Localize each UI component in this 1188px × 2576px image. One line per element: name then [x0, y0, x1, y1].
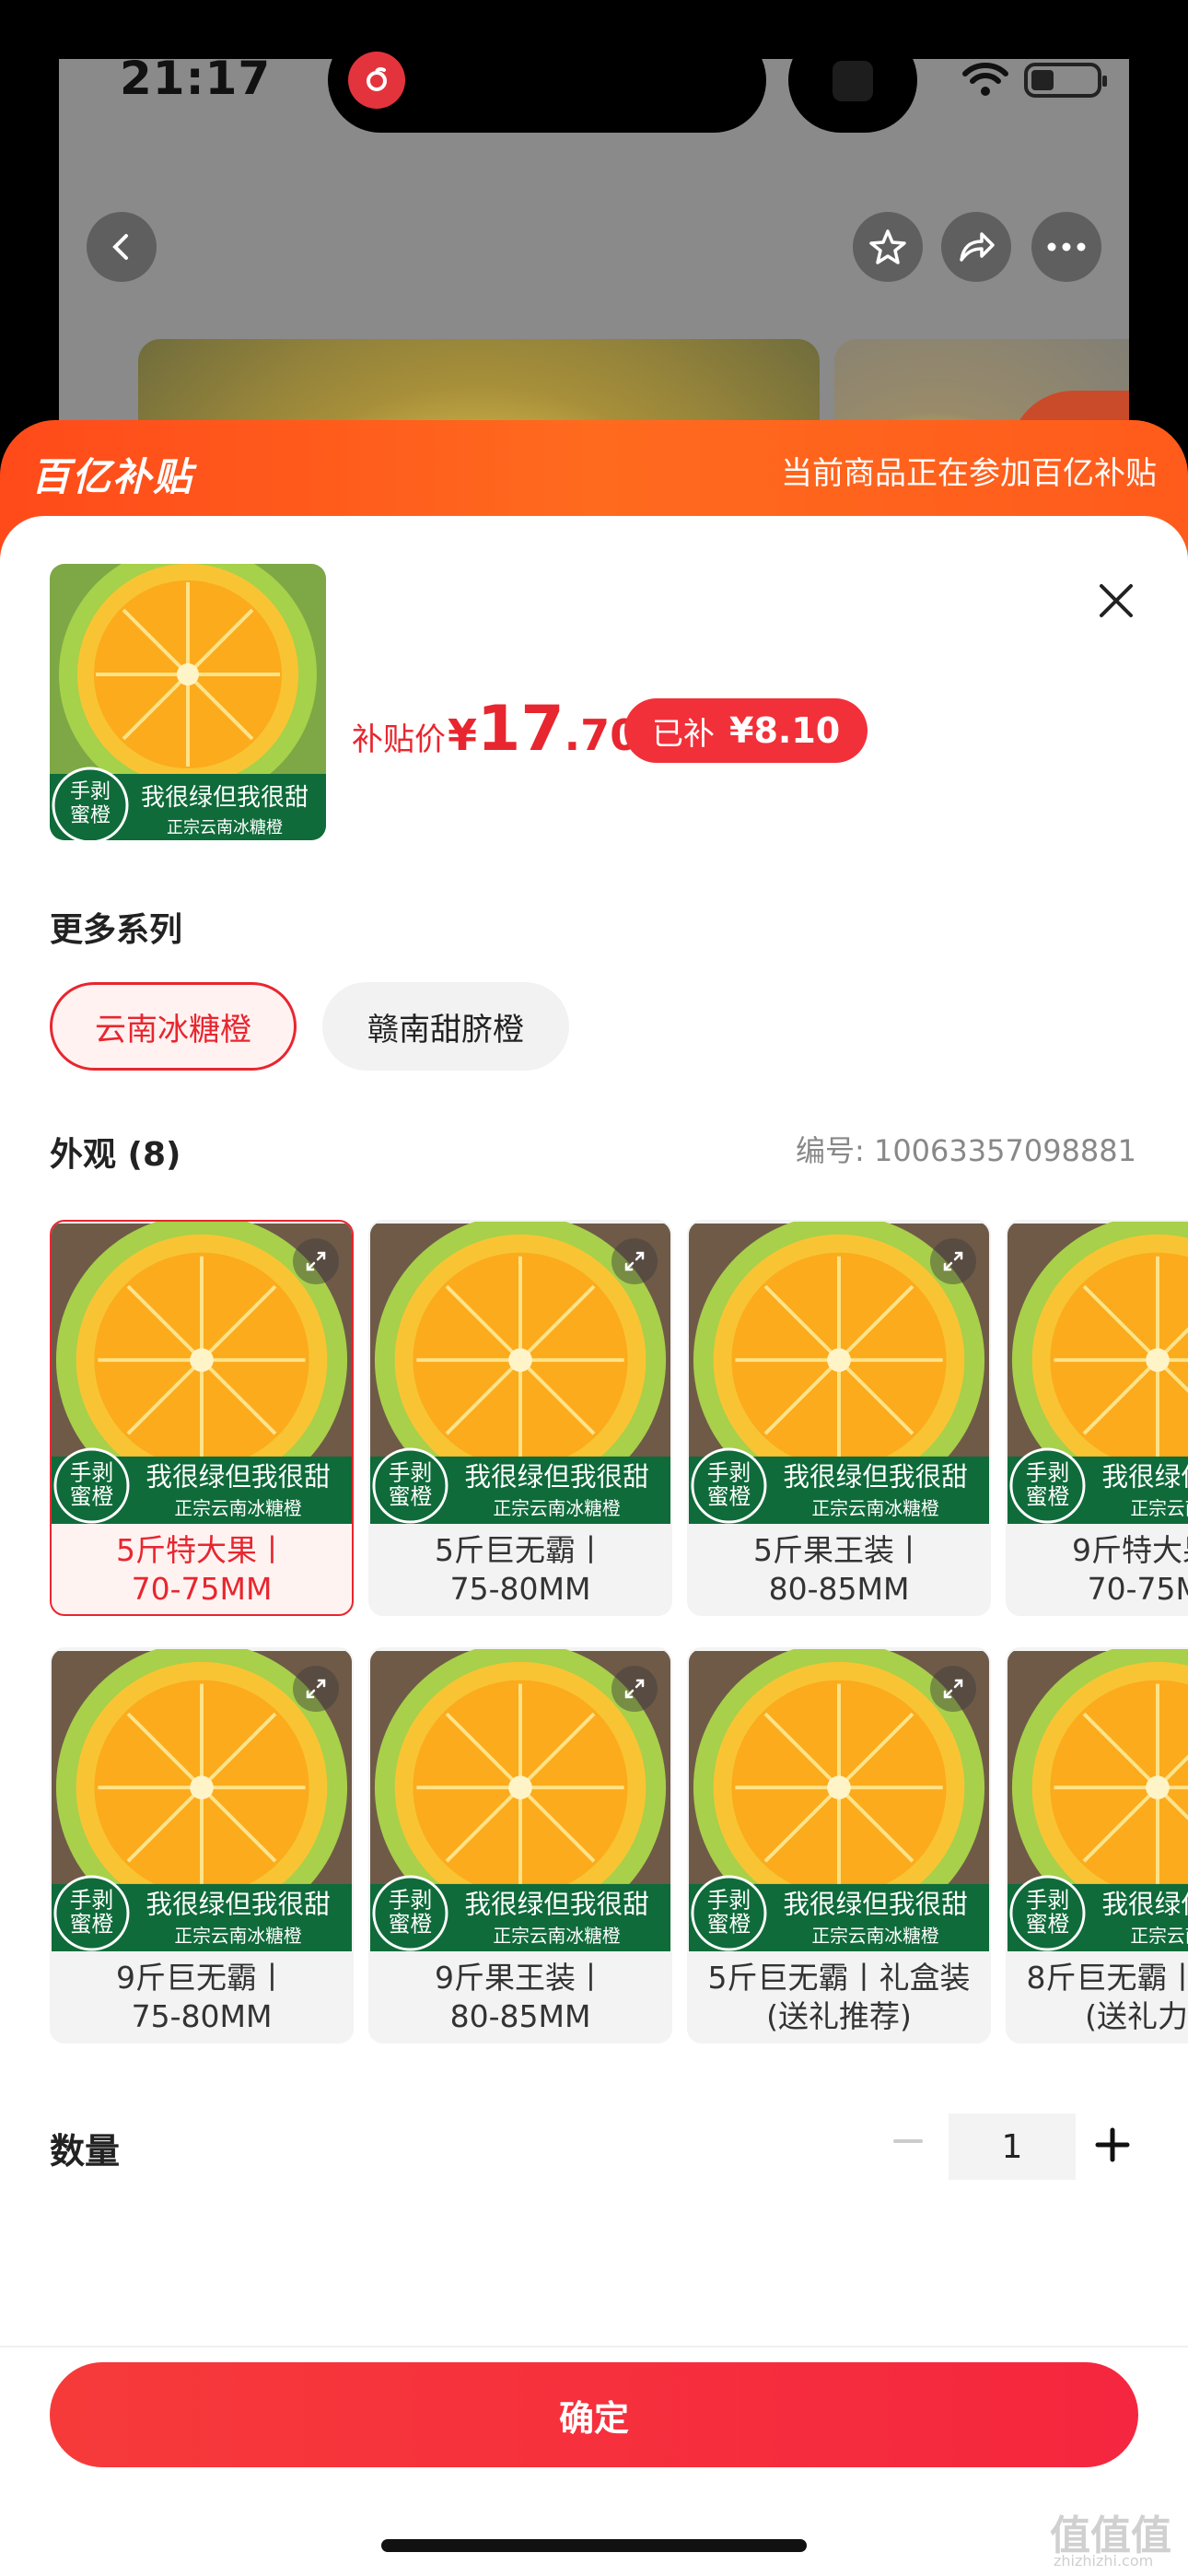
- series-options: 云南冰糖橙 赣南甜脐橙: [50, 982, 569, 1071]
- svg-text:蜜橙: 蜜橙: [70, 804, 111, 827]
- expand-icon[interactable]: [611, 1238, 658, 1284]
- image-caption-main: 我很绿但我很甜: [146, 1889, 330, 1920]
- image-caption-sub: 正宗云南冰糖橙: [1130, 1926, 1188, 1947]
- image-caption-left-2: 蜜橙: [707, 1483, 751, 1509]
- appearance-option[interactable]: 手剥 蜜橙 我很绿但我很甜正宗云南冰糖橙 9斤果王装丨 80-85MM: [368, 1647, 672, 2043]
- appearance-option-label: 9斤巨无霸丨 75-80MM: [116, 1960, 287, 2034]
- back-icon[interactable]: [87, 212, 157, 282]
- home-indicator: [381, 2539, 807, 2552]
- status-time: 21:17: [120, 52, 272, 105]
- image-caption-left: 手剥: [70, 1460, 113, 1486]
- appearance-option[interactable]: 手剥 蜜橙 我很绿但我很甜正宗云南冰糖橙 5斤巨无霸丨礼盒装 (送礼推荐): [687, 1647, 991, 2043]
- appearance-option-label: 9斤果王装丨 80-85MM: [435, 1960, 606, 2034]
- close-icon[interactable]: [1092, 577, 1140, 625]
- image-caption-sub: 正宗云南冰糖橙: [493, 1498, 621, 1519]
- image-caption-left: 手剥: [70, 1888, 113, 1914]
- footer-divider: [0, 2346, 1188, 2348]
- quantity-input[interactable]: 1: [949, 2113, 1076, 2180]
- image-caption-main: 我很绿但我很甜: [464, 1461, 648, 1493]
- image-caption-sub: 正宗云南冰糖橙: [174, 1926, 302, 1947]
- expand-icon[interactable]: [611, 1666, 658, 1712]
- image-caption-left-2: 蜜橙: [70, 1911, 114, 1937]
- thumb-caption-left: 手剥: [70, 780, 111, 803]
- image-caption-main: 我很绿但我很甜: [146, 1461, 330, 1493]
- quantity-label: 数量: [50, 2131, 121, 2172]
- thumb-caption-sub: 正宗云南冰糖橙: [167, 818, 283, 837]
- appearance-option[interactable]: 手剥蜜橙 我很绿但我很甜正宗云南冰糖橙 8斤巨无霸丨礼盒装 (送礼力荐): [1006, 1647, 1188, 2043]
- image-caption-sub: 正宗云南冰糖橙: [174, 1498, 302, 1519]
- image-caption-main: 我很绿但我很甜: [1101, 1889, 1188, 1920]
- image-caption-left-2: 蜜橙: [389, 1911, 433, 1937]
- image-caption-main: 我很绿但我很甜: [783, 1889, 967, 1920]
- expand-icon[interactable]: [930, 1238, 976, 1284]
- battery-icon: [1024, 63, 1107, 98]
- appearance-option[interactable]: 手剥蜜橙 我很绿但我很甜正宗云南冰糖橙 9斤特大果丨 70-75MM: [1006, 1220, 1188, 1616]
- image-caption-main: 我很绿但我很甜: [464, 1889, 648, 1920]
- watermark-sub: zhizhizhi.com: [1054, 2552, 1154, 2570]
- appearance-option-label: 5斤巨无霸丨礼盒装 (送礼推荐): [707, 1960, 971, 2034]
- appearance-option-label: 5斤特大果丨 70-75MM: [116, 1532, 287, 1607]
- image-caption-left: 手剥: [1026, 1888, 1069, 1914]
- dynamic-island-secondary: [788, 28, 917, 133]
- appearance-grid: 手剥 蜜橙 我很绿但我很甜 正宗云南冰糖橙 5斤特大果丨 70-75MM 手剥 蜜橙 我很绿但…: [50, 1220, 1188, 2049]
- image-caption-left-2: 蜜橙: [389, 1483, 433, 1509]
- music-app-icon: [348, 52, 405, 109]
- expand-icon[interactable]: [293, 1666, 339, 1712]
- image-caption-left: 手剥: [1026, 1460, 1069, 1486]
- image-caption-sub: 正宗云南冰糖橙: [493, 1926, 621, 1947]
- expand-icon[interactable]: [930, 1666, 976, 1712]
- image-caption-left-2: 蜜橙: [1026, 1483, 1070, 1509]
- subsidy-amount-value: ¥8.10: [729, 710, 841, 751]
- image-caption-left: 手剥: [707, 1460, 751, 1486]
- subsidy-note: 当前商品正在参加百亿补贴: [781, 455, 1157, 492]
- appearance-option-image: 手剥蜜橙 我很绿但我很甜正宗云南冰糖橙: [1007, 1649, 1188, 1951]
- decrease-quantity-icon[interactable]: [890, 2123, 926, 2160]
- more-icon[interactable]: [1031, 212, 1101, 282]
- image-caption-left: 手剥: [389, 1888, 432, 1914]
- appearance-option-label: 5斤果王装丨 80-85MM: [753, 1532, 925, 1607]
- appearance-option[interactable]: 手剥 蜜橙 我很绿但我很甜正宗云南冰糖橙 5斤特大果丨 70-75MM: [50, 1220, 354, 1616]
- series-title: 更多系列: [50, 911, 183, 949]
- sku-number: 编号: 10063357098881: [796, 1133, 1136, 1168]
- expand-icon[interactable]: [293, 1238, 339, 1284]
- appearance-option-image: 手剥蜜橙 我很绿但我很甜正宗云南冰糖橙: [1007, 1222, 1188, 1524]
- product-thumbnail[interactable]: 手剥 蜜橙 我很绿但我很甜 正宗云南冰糖橙: [50, 564, 326, 840]
- subsidy-price: 补贴价 ¥ 17 .70: [352, 693, 639, 766]
- confirm-button[interactable]: 确定: [50, 2362, 1138, 2467]
- image-caption-left: 手剥: [389, 1460, 432, 1486]
- favorite-icon[interactable]: [853, 212, 923, 282]
- appearance-option[interactable]: 手剥 蜜橙 我很绿但我很甜正宗云南冰糖橙 5斤果王装丨 80-85MM: [687, 1220, 991, 1616]
- appearance-option[interactable]: 手剥 蜜橙 我很绿但我很甜正宗云南冰糖橙 9斤巨无霸丨 75-80MM: [50, 1647, 354, 2043]
- series-option-gannan[interactable]: 赣南甜脐橙: [322, 982, 569, 1071]
- price-integer: 17: [477, 693, 565, 766]
- subsidy-amount-badge: 已补 ¥8.10: [624, 698, 868, 763]
- image-caption-sub: 正宗云南冰糖橙: [1130, 1498, 1188, 1519]
- subsidy-amount-label: 已补: [652, 715, 715, 753]
- wifi-icon: [962, 63, 1008, 96]
- image-caption-left-2: 蜜橙: [1026, 1911, 1070, 1937]
- share-icon[interactable]: [941, 212, 1011, 282]
- appearance-option-label: 5斤巨无霸丨 75-80MM: [435, 1532, 606, 1607]
- image-caption-sub: 正宗云南冰糖橙: [811, 1926, 939, 1947]
- price-currency: ¥: [448, 710, 478, 760]
- appearance-option-label: 8斤巨无霸丨礼盒装 (送礼力荐): [1026, 1960, 1188, 2034]
- appearance-title: 外观 (8): [50, 1136, 181, 1174]
- image-caption-left-2: 蜜橙: [70, 1483, 114, 1509]
- appearance-option-label: 9斤特大果丨 70-75MM: [1072, 1532, 1188, 1607]
- appearance-option[interactable]: 手剥 蜜橙 我很绿但我很甜正宗云南冰糖橙 5斤巨无霸丨 75-80MM: [368, 1220, 672, 1616]
- image-caption-main: 我很绿但我很甜: [1101, 1461, 1188, 1493]
- image-caption-main: 我很绿但我很甜: [783, 1461, 967, 1493]
- series-option-yunnan[interactable]: 云南冰糖橙: [50, 982, 297, 1071]
- thumb-caption-main: 我很绿但我很甜: [141, 784, 309, 812]
- image-caption-left: 手剥: [707, 1888, 751, 1914]
- increase-quantity-icon[interactable]: [1092, 2125, 1133, 2165]
- subsidy-logo: 百亿补贴: [31, 454, 194, 499]
- image-caption-sub: 正宗云南冰糖橙: [811, 1498, 939, 1519]
- price-label: 补贴价: [352, 721, 446, 758]
- image-caption-left-2: 蜜橙: [707, 1911, 751, 1937]
